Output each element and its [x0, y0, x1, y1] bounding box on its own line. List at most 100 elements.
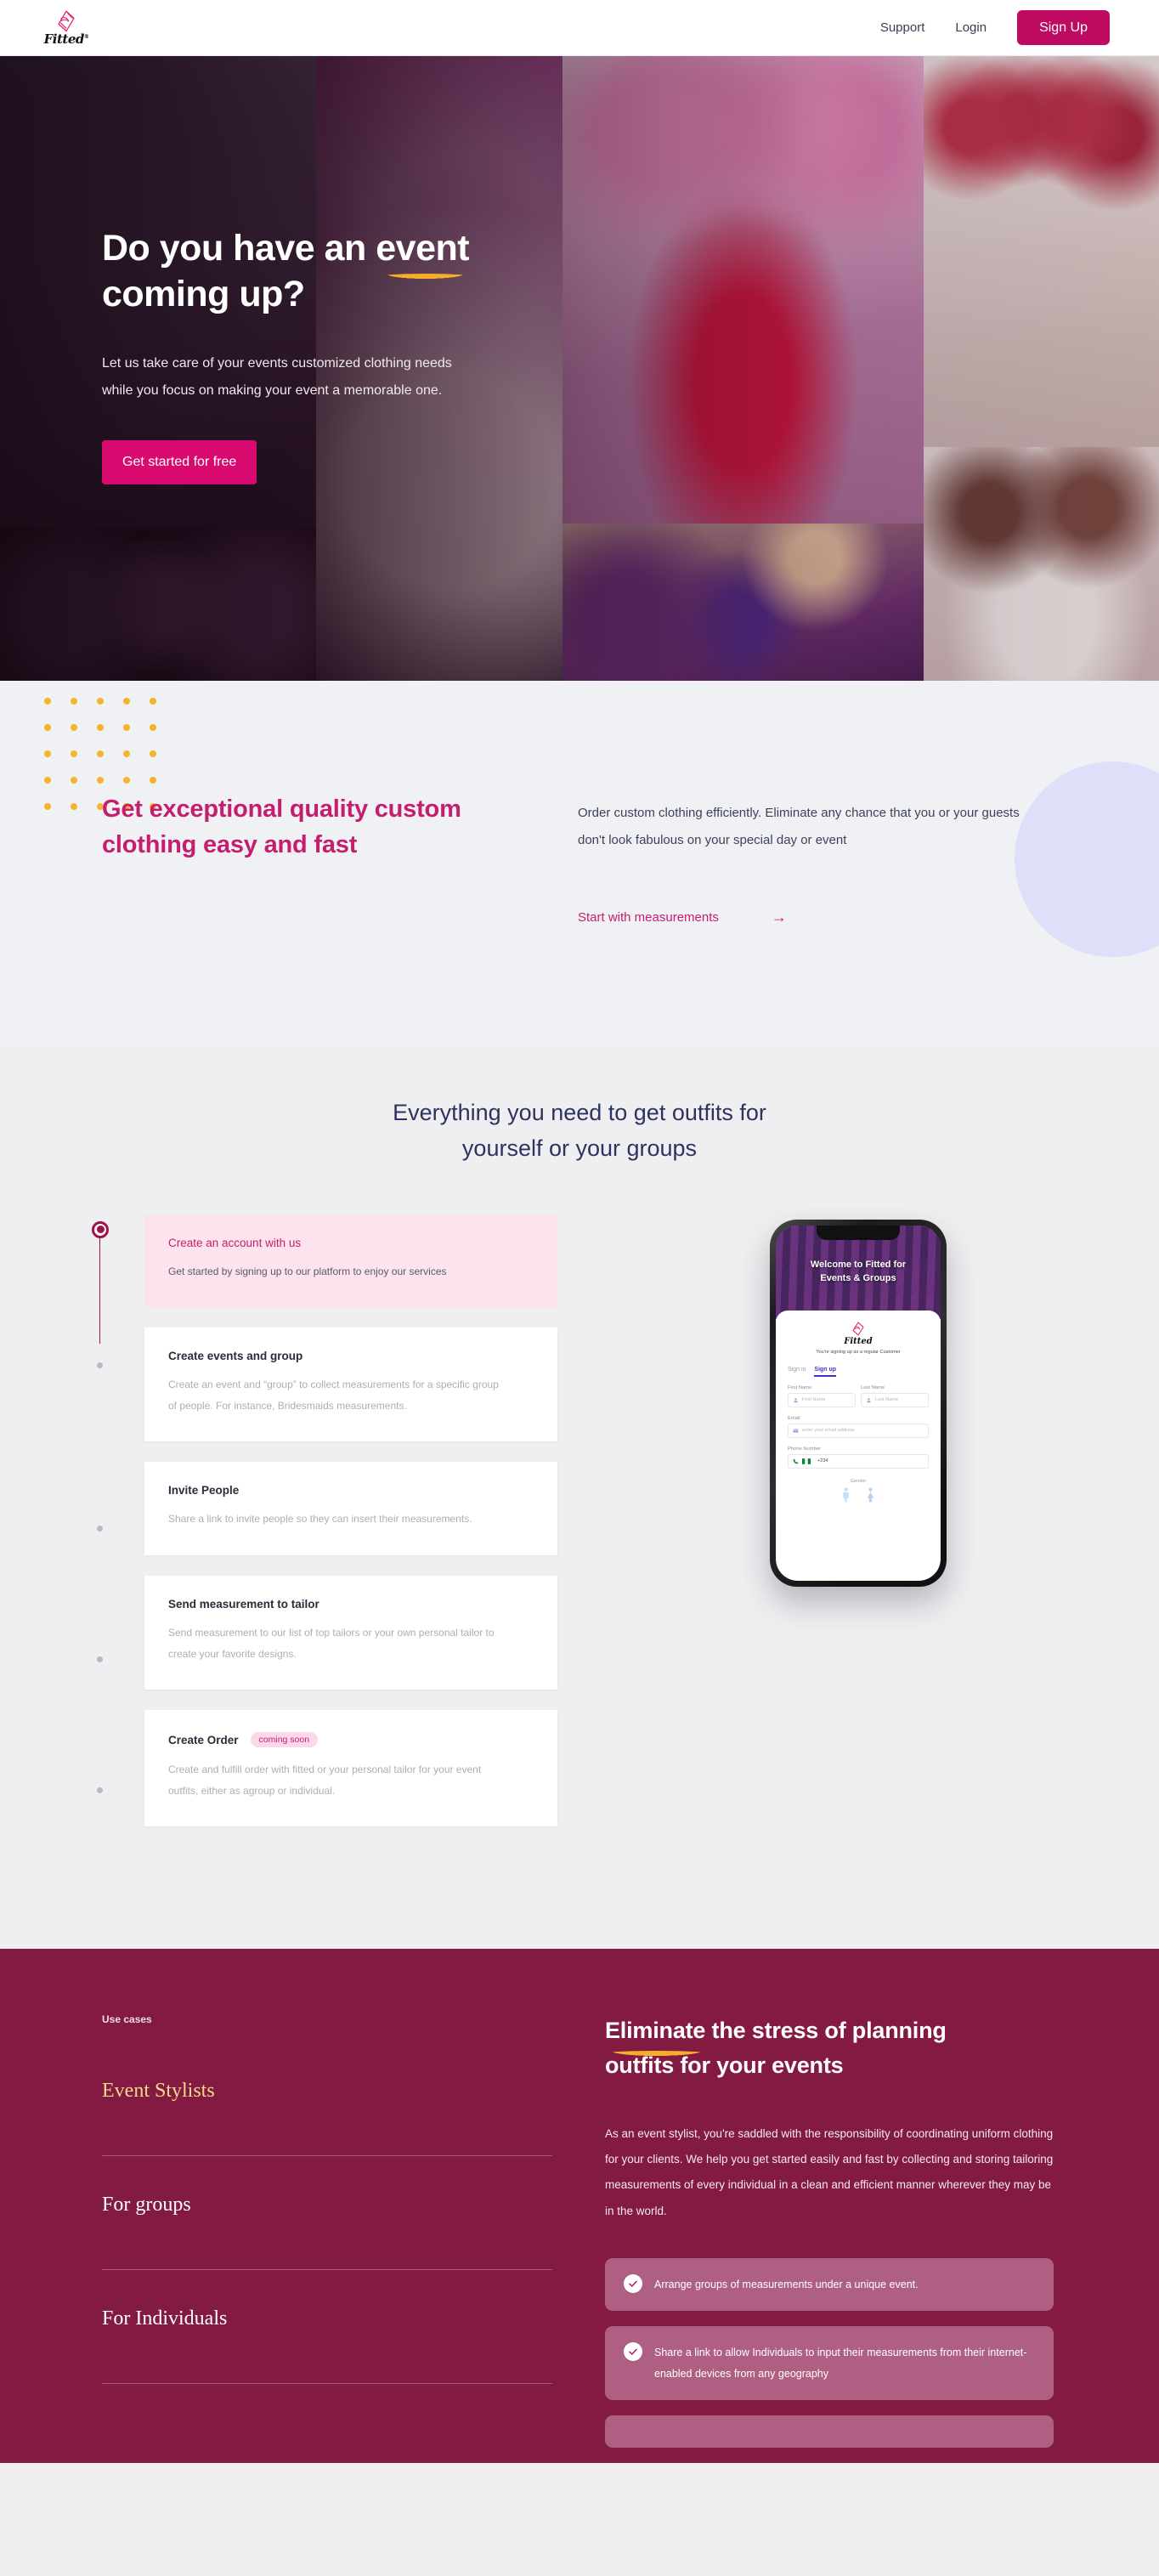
- step-title-text-4: Send measurement to tailor: [168, 1598, 319, 1611]
- use-cases-feature-pills: Arrange groups of measurements under a u…: [605, 2258, 1054, 2449]
- step-title-3: Invite People: [168, 1484, 534, 1497]
- timeline-line: [99, 1237, 100, 1344]
- step-card-3[interactable]: Invite People Share a link to invite peo…: [144, 1462, 557, 1556]
- steps-card-list: Create an account with us Get started by…: [144, 1214, 557, 1848]
- phone-auth-tabs: Sign in Sign up: [788, 1367, 929, 1377]
- phone-brand-logo: Fitted: [788, 1321, 929, 1346]
- use-cases-paragraph: As an event stylist, you're saddled with…: [605, 2126, 1054, 2217]
- step-desc-5: Create and fulfill order with fitted or …: [168, 1764, 482, 1797]
- steps-timeline: [92, 1214, 124, 1848]
- phone-name-labels: First Name Last Name: [788, 1377, 929, 1393]
- phone-signup-note: You're signing up as a regular Customer: [816, 1349, 901, 1355]
- use-cases-heading-highlight: Eliminate: [602, 2013, 710, 2058]
- phone-email-placeholder: enter your email address: [802, 1428, 855, 1434]
- male-avatar-icon[interactable]: [840, 1487, 851, 1503]
- phone-notch: [817, 1225, 900, 1240]
- steps-heading-line-1: Everything you need to get outfits for: [393, 1100, 766, 1125]
- phone-name-fields: First Name Last Name: [788, 1392, 929, 1407]
- phone-phone-input[interactable]: +234: [788, 1453, 929, 1469]
- phone-email-input[interactable]: enter your email address: [788, 1423, 929, 1438]
- phone-logo-word: Fitted: [844, 1336, 873, 1346]
- steps-row: Create an account with us Get started by…: [0, 1214, 1159, 1848]
- step-desc-4: Send measurement to our list of top tail…: [168, 1627, 495, 1660]
- feature-pill-3: [605, 2415, 1054, 2449]
- phone-first-name-placeholder: First Name: [802, 1397, 826, 1403]
- use-cases-left-column: Use cases Event Stylists For groups For …: [102, 2013, 552, 2463]
- use-cases-heading: Eliminate the stress of planning outfits…: [602, 2013, 1054, 2083]
- phone-mockup-area: Welcome to Fitted for Events & Groups Fi…: [557, 1214, 1159, 1848]
- step-title-5: Create Order coming soon: [168, 1732, 534, 1748]
- quality-row: Get exceptional quality custom clothing …: [0, 681, 1159, 925]
- step-title-text-2: Create events and group: [168, 1350, 303, 1363]
- landing-page: Fitted® Support Login Sign Up Do you hav…: [0, 0, 1159, 2464]
- hero-subtitle: Let us take care of your events customiz…: [102, 350, 561, 405]
- phone-hero-line-1: Welcome to Fitted for: [810, 1259, 907, 1270]
- feature-pill-1: Arrange groups of measurements under a u…: [605, 2258, 1054, 2312]
- step-title-2: Create events and group: [168, 1350, 534, 1362]
- feature-pill-1-text: Arrange groups of measurements under a u…: [654, 2279, 919, 2290]
- site-header: Fitted® Support Login Sign Up: [0, 0, 1159, 56]
- phone-first-name-input[interactable]: First Name: [788, 1392, 856, 1407]
- phone-handset-icon: [793, 1458, 799, 1464]
- phone-label-last-name: Last Name: [861, 1384, 885, 1390]
- envelope-icon: [793, 1428, 799, 1433]
- coming-soon-badge: coming soon: [250, 1732, 319, 1748]
- brand-wordmark: Fitted®: [43, 31, 89, 47]
- feature-pill-2-text: Share a link to allow Individuals to inp…: [654, 2347, 1027, 2380]
- quality-paragraph: Order custom clothing efficiently. Elimi…: [578, 806, 1020, 847]
- sign-up-button[interactable]: Sign Up: [1017, 9, 1110, 46]
- phone-country-code: +234: [817, 1458, 828, 1464]
- use-case-item-for-individuals[interactable]: For Individuals: [102, 2307, 552, 2385]
- hero-section: Do you have an event coming up? Let us t…: [0, 56, 1159, 681]
- user-icon: [794, 1397, 798, 1402]
- step-title-4: Send measurement to tailor: [168, 1598, 534, 1611]
- phone-tab-signup[interactable]: Sign up: [814, 1367, 837, 1377]
- timeline-spacer-3: [92, 1531, 124, 1656]
- quality-heading-line-1: Get exceptional quality custom: [102, 795, 461, 823]
- arrow-right-icon: →: [771, 909, 787, 926]
- phone-label-email: Email: [788, 1415, 800, 1421]
- quality-heading: Get exceptional quality custom clothing …: [102, 791, 578, 863]
- hero-title: Do you have an event coming up?: [102, 226, 595, 318]
- use-cases-heading-rest: the stress of planning: [705, 2018, 947, 2044]
- step-title-text-3: Invite People: [168, 1484, 240, 1497]
- phone-hero-text: Welcome to Fitted for Events & Groups: [790, 1259, 926, 1286]
- phone-tab-signin[interactable]: Sign in: [788, 1367, 806, 1377]
- quality-heading-line-2: clothing easy and fast: [102, 831, 358, 859]
- timeline-spacer-2: [92, 1368, 124, 1526]
- timeline-spacer-4: [92, 1662, 124, 1787]
- use-cases-section: Use cases Event Stylists For groups For …: [0, 1949, 1159, 2464]
- step-card-1[interactable]: Create an account with us Get started by…: [144, 1214, 557, 1308]
- get-started-button[interactable]: Get started for free: [102, 439, 257, 484]
- hero-title-highlight: event: [376, 226, 472, 280]
- feature-pill-2: Share a link to allow Individuals to inp…: [605, 2326, 1054, 2401]
- timeline-dot-active[interactable]: [92, 1220, 109, 1238]
- check-circle-icon: [624, 2342, 642, 2362]
- step-card-5[interactable]: Create Order coming soon Create and fulf…: [144, 1710, 557, 1827]
- timeline-dot-3[interactable]: [97, 1525, 103, 1531]
- nav-support[interactable]: Support: [880, 20, 925, 35]
- hero-content: Do you have an event coming up? Let us t…: [0, 56, 595, 484]
- phone-screen: Welcome to Fitted for Events & Groups Fi…: [776, 1225, 941, 1581]
- step-title-text-1: Create an account with us: [168, 1236, 302, 1249]
- female-avatar-icon[interactable]: [865, 1487, 876, 1503]
- timeline-dot-4[interactable]: [97, 1656, 103, 1662]
- timeline-dot-2[interactable]: [97, 1362, 103, 1368]
- use-cases-list: Event Stylists For groups For Individual…: [102, 2080, 552, 2385]
- brand-logo[interactable]: Fitted®: [36, 9, 97, 46]
- step-card-2[interactable]: Create events and group Create an event …: [144, 1328, 557, 1442]
- timeline-dot-5[interactable]: [97, 1786, 103, 1793]
- quality-section: Get exceptional quality custom clothing …: [0, 681, 1159, 1046]
- step-desc-1: Get started by signing up to our platfor…: [168, 1265, 447, 1277]
- start-with-measurements-link[interactable]: Start with measurements →: [578, 909, 1028, 925]
- use-case-item-for-groups[interactable]: For groups: [102, 2194, 552, 2271]
- steps-heading-line-2: yourself or your groups: [461, 1135, 698, 1161]
- hero-subtitle-line-2: while you focus on making your event a m…: [102, 382, 443, 398]
- use-case-item-event-stylists[interactable]: Event Stylists: [102, 2080, 552, 2157]
- hero-title-part-1: Do you have an: [102, 228, 376, 269]
- step-card-4[interactable]: Send measurement to tailor Send measurem…: [144, 1576, 557, 1690]
- nav-login[interactable]: Login: [955, 20, 987, 35]
- phone-last-name-input[interactable]: Last Name: [861, 1392, 929, 1407]
- phone-hero-line-2: Events & Groups: [820, 1272, 896, 1283]
- quality-left-column: Get exceptional quality custom clothing …: [102, 791, 578, 925]
